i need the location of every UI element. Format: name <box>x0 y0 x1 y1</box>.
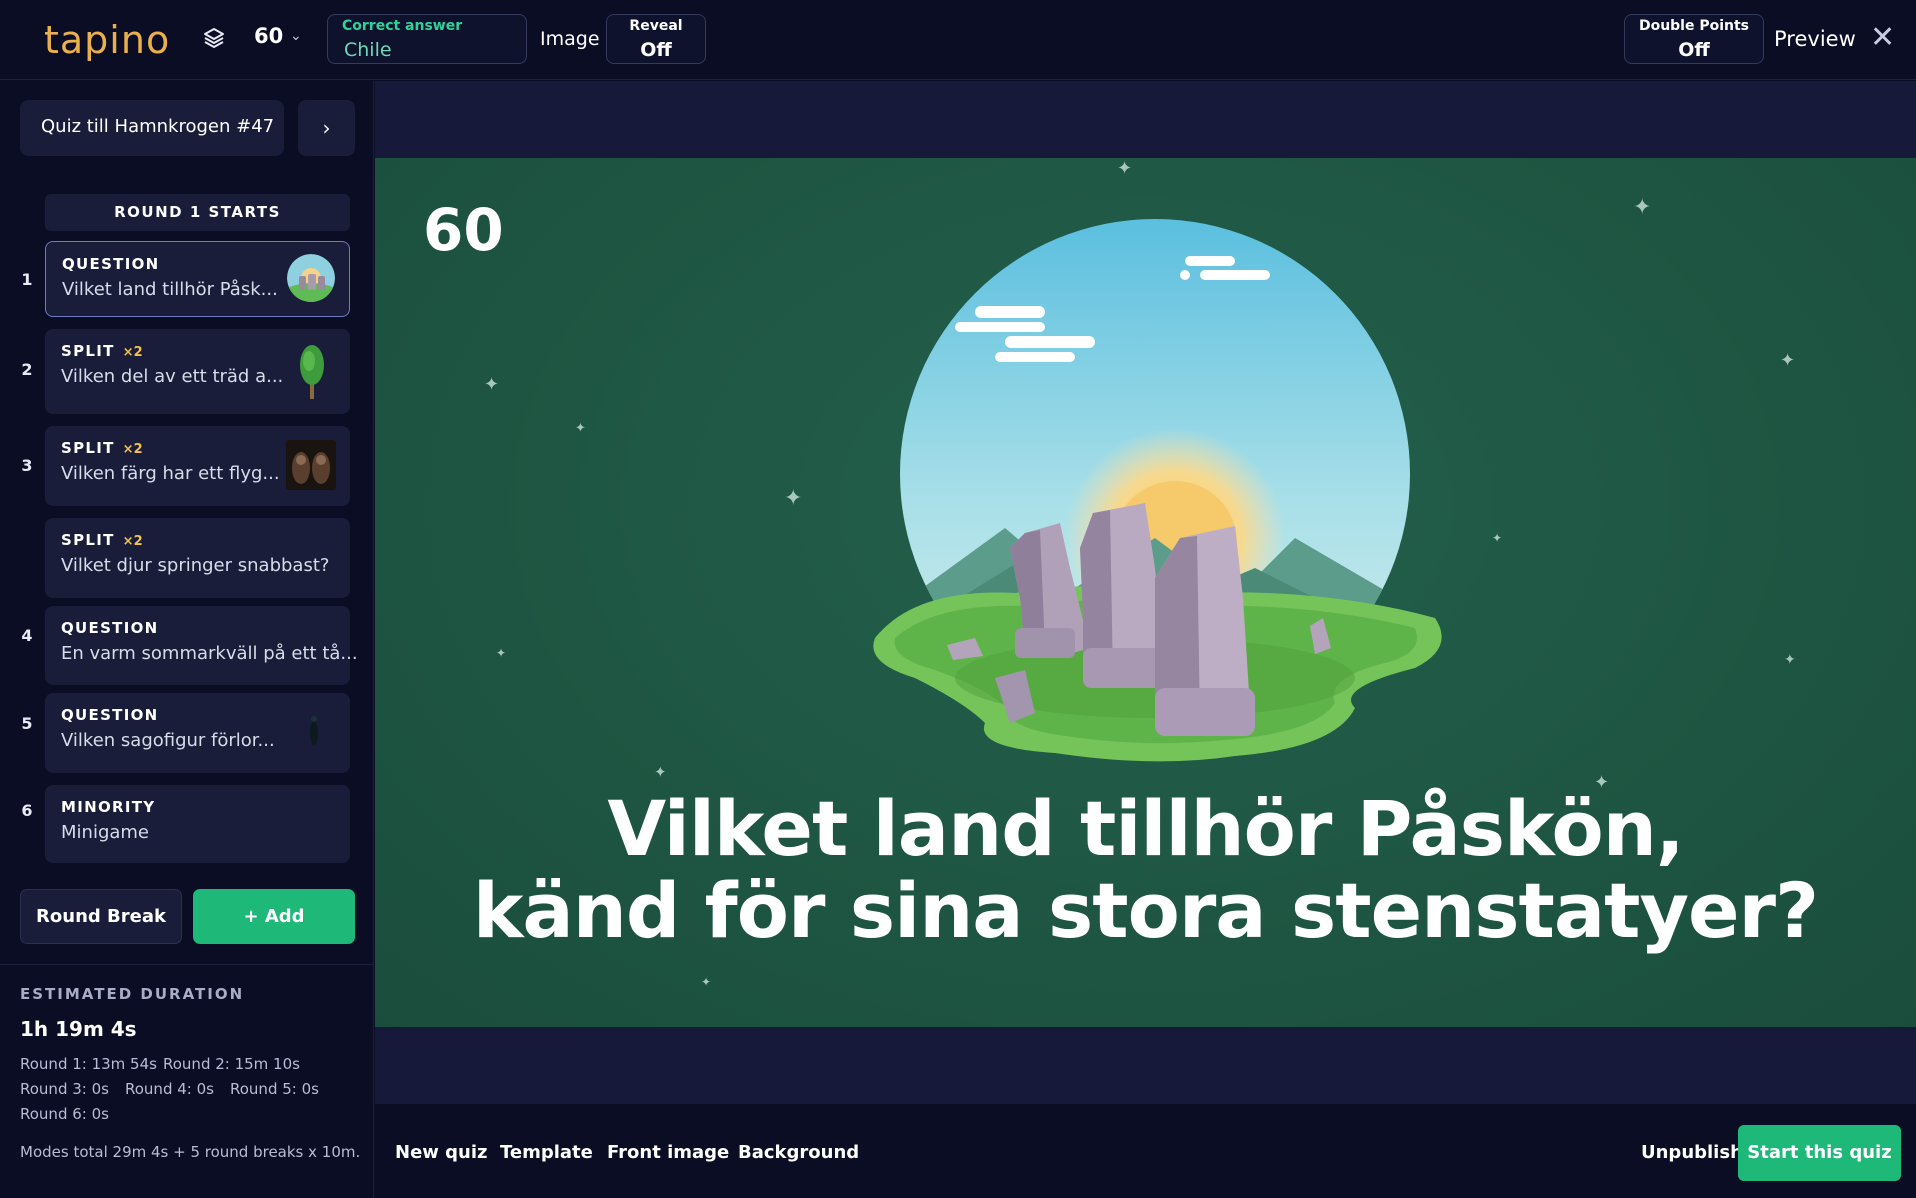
round-duration: Round 3: 0s <box>20 1080 109 1098</box>
correct-answer-label: Correct answer <box>342 18 463 34</box>
question-number: 5 <box>21 714 33 733</box>
close-icon[interactable]: ✕ <box>1870 20 1895 55</box>
question-text: Vilken sagofigur förlor... <box>61 730 275 751</box>
quiz-title[interactable]: Quiz till Hamnkrogen #47 <box>20 100 284 156</box>
double-multiplier: ×2 <box>122 442 143 457</box>
reveal-value[interactable]: Off <box>607 39 705 61</box>
question-text: Minigame <box>61 822 150 843</box>
sparkle-icon: ✦ <box>1784 652 1796 668</box>
sparkle-icon: ✦ <box>1633 195 1652 220</box>
double-points-label: Double Points <box>1638 18 1750 34</box>
tapino-logo[interactable]: tapino <box>44 18 170 62</box>
question-card[interactable]: QUESTION En varm sommarkväll på ett tå..… <box>45 606 358 685</box>
question-text: En varm sommarkväll på ett tå... <box>61 643 358 664</box>
question-type: SPLIT ×2 <box>61 531 143 549</box>
sparkle-icon: ✦ <box>654 763 667 781</box>
correct-answer-value[interactable]: Chile <box>344 39 392 61</box>
double-multiplier: ×2 <box>122 345 143 360</box>
question-text-display: Vilket land tillhör Påskön, känd för sin… <box>375 788 1916 952</box>
question-card[interactable]: QUESTION Vilket land tillhör Påsk... <box>45 241 350 317</box>
round-duration: Round 1: 13m 54s <box>20 1055 157 1073</box>
round-break-button[interactable]: Round Break <box>20 889 182 944</box>
chevron-down-icon[interactable]: ⌄ <box>290 28 302 44</box>
question-card[interactable]: MINORITY Minigame <box>45 785 350 863</box>
sparkle-icon: ✦ <box>1117 158 1133 179</box>
top-bar: tapino 60 ⌄ Correct answer Chile Image R… <box>0 0 1916 80</box>
countdown-timer: 60 <box>423 196 504 264</box>
question-slide[interactable]: ✦ ✦ ✦ ✦ ✦ ✦ ✦ ✦ ✦ ✦ ✦ ✦ 60 Vilket land t… <box>375 158 1916 1027</box>
question-text: Vilken färg har ett flyg... <box>61 463 280 484</box>
template-button[interactable]: Template <box>500 1142 593 1163</box>
question-text: Vilken del av ett träd a... <box>61 366 284 387</box>
add-button[interactable]: + Add <box>193 889 355 944</box>
question-number: 2 <box>21 360 33 379</box>
sparkle-icon: ✦ <box>1780 350 1796 371</box>
estimated-duration-value: 1h 19m 4s <box>20 1017 137 1041</box>
correct-answer-field[interactable]: Correct answer Chile <box>327 14 527 64</box>
round-start-header: ROUND 1 STARTS <box>45 194 350 231</box>
reveal-toggle[interactable]: Reveal Off <box>606 14 706 64</box>
question-type: SPLIT ×2 <box>61 342 143 360</box>
figure-thumbnail <box>310 716 318 745</box>
question-line-1: Vilket land tillhör Påskön, <box>607 784 1684 873</box>
sparkle-icon: ✦ <box>1492 531 1503 545</box>
sidebar: Quiz till Hamnkrogen #47 › ROUND 1 START… <box>0 81 374 1198</box>
question-type: QUESTION <box>61 706 159 724</box>
question-card[interactable]: SPLIT ×2 Vilken del av ett träd a... <box>45 329 350 414</box>
bottom-bar: New quiz Template Front image Background… <box>375 1104 1916 1198</box>
question-type: QUESTION <box>61 619 159 637</box>
estimated-duration-label: ESTIMATED DURATION <box>20 985 245 1003</box>
question-type: SPLIT ×2 <box>61 439 143 457</box>
bats-thumbnail <box>286 440 336 490</box>
question-type: QUESTION <box>62 255 160 273</box>
question-number: 3 <box>21 456 33 475</box>
easter-island-illustration <box>873 219 1442 762</box>
sparkle-icon: ✦ <box>784 486 803 511</box>
question-number: 4 <box>21 626 33 645</box>
reveal-label: Reveal <box>629 18 683 34</box>
sparkle-icon: ✦ <box>575 421 586 436</box>
round-duration: Round 2: 15m 10s <box>163 1055 300 1073</box>
sparkle-icon: ✦ <box>484 374 500 395</box>
slide-stage: ✦ ✦ ✦ ✦ ✦ ✦ ✦ ✦ ✦ ✦ ✦ ✦ 60 Vilket land t… <box>375 81 1916 1104</box>
divider <box>0 964 374 965</box>
image-button[interactable]: Image <box>540 28 600 50</box>
question-card[interactable]: SPLIT ×2 Vilken färg har ett flyg... <box>45 426 350 506</box>
question-line-2: känd för sina stora stenstatyer? <box>472 866 1819 955</box>
double-multiplier: ×2 <box>122 534 143 549</box>
front-image-button[interactable]: Front image <box>607 1142 729 1163</box>
round-duration: Round 6: 0s <box>20 1105 109 1123</box>
sparkle-icon: ✦ <box>701 975 712 989</box>
tree-thumbnail <box>300 345 324 399</box>
round-duration: Round 4: 0s <box>125 1080 214 1098</box>
question-card[interactable]: SPLIT ×2 Vilket djur springer snabbast? <box>45 518 350 598</box>
double-points-value[interactable]: Off <box>1625 39 1763 61</box>
double-points-toggle[interactable]: Double Points Off <box>1624 14 1764 64</box>
unpublish-button[interactable]: Unpublish <box>1641 1142 1743 1163</box>
background-button[interactable]: Background <box>738 1142 859 1163</box>
question-number: 1 <box>21 270 33 289</box>
start-quiz-button[interactable]: Start this quiz <box>1738 1125 1901 1181</box>
question-card[interactable]: QUESTION Vilken sagofigur förlor... <box>45 693 350 773</box>
layers-icon[interactable] <box>202 26 226 50</box>
preview-button[interactable]: Preview <box>1774 27 1856 51</box>
question-type: MINORITY <box>61 798 156 816</box>
modes-total: Modes total 29m 4s + 5 round breaks x 10… <box>20 1143 361 1161</box>
chevron-right-icon[interactable]: › <box>298 100 355 156</box>
sparkle-icon: ✦ <box>496 646 507 660</box>
question-text: Vilket land tillhör Påsk... <box>62 279 278 300</box>
question-count-select[interactable]: 60 <box>254 24 283 48</box>
moai-thumbnail <box>287 254 335 302</box>
question-number: 6 <box>21 801 33 820</box>
round-duration: Round 5: 0s <box>230 1080 319 1098</box>
question-text: Vilket djur springer snabbast? <box>61 555 330 576</box>
new-quiz-button[interactable]: New quiz <box>395 1142 488 1163</box>
